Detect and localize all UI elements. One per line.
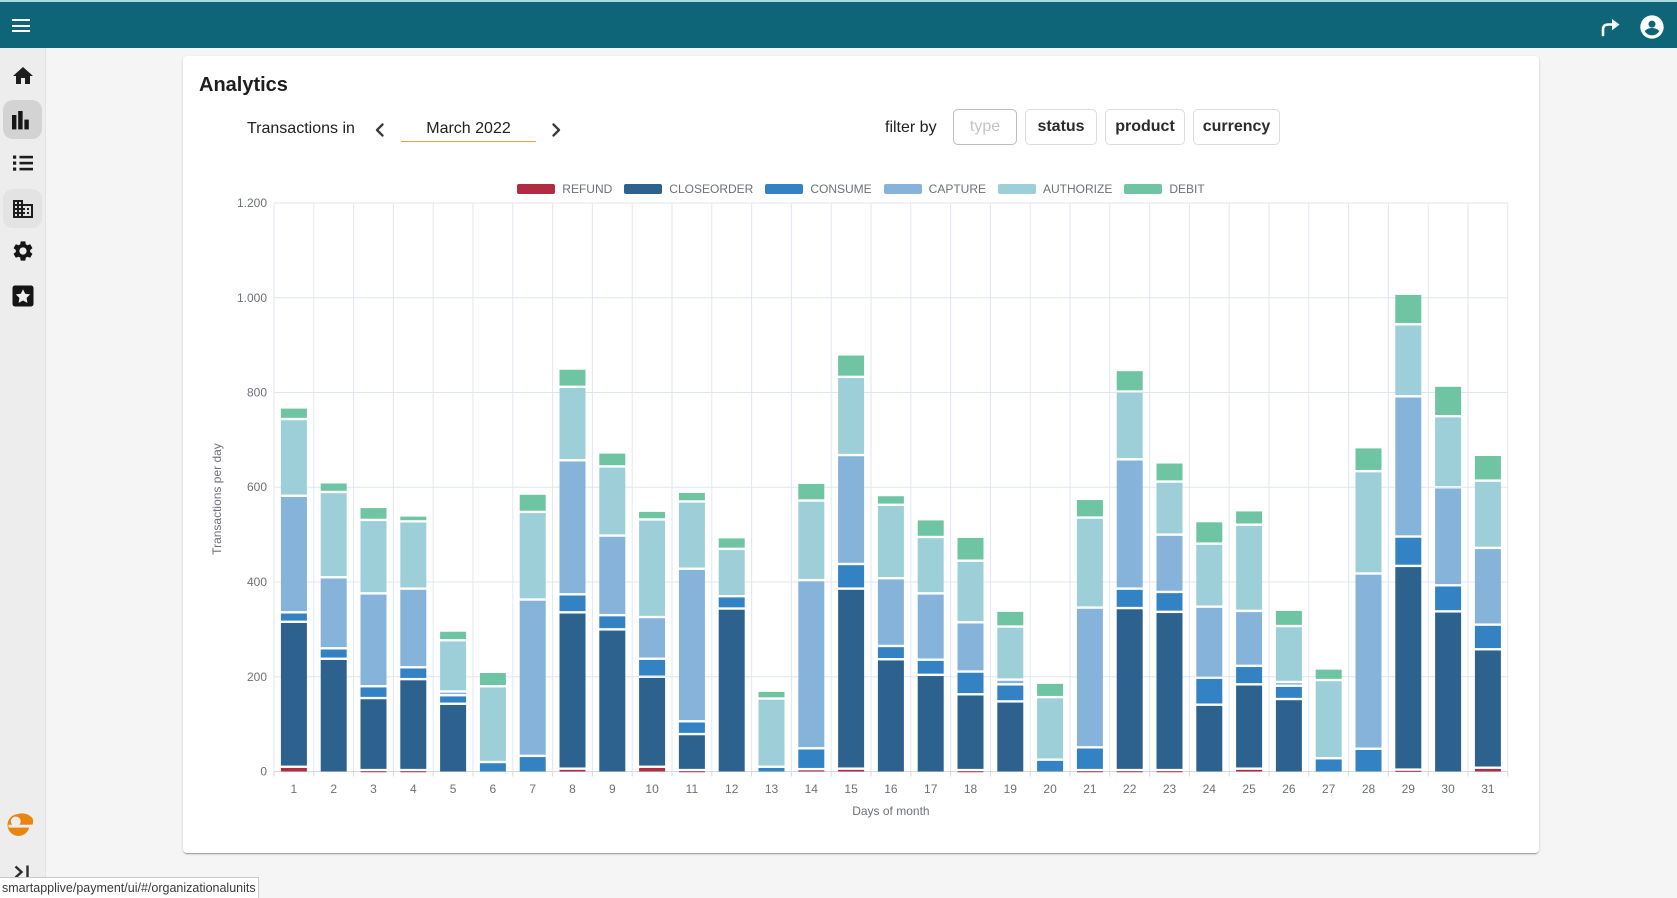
svg-text:18: 18 — [964, 782, 978, 796]
svg-text:28: 28 — [1362, 782, 1376, 796]
svg-text:7: 7 — [529, 782, 536, 796]
svg-text:1.200: 1.200 — [237, 196, 267, 210]
svg-text:27: 27 — [1322, 782, 1336, 796]
svg-text:16: 16 — [884, 782, 898, 796]
svg-text:29: 29 — [1402, 782, 1416, 796]
svg-text:800: 800 — [247, 386, 267, 400]
svg-text:23: 23 — [1163, 782, 1177, 796]
svg-text:24: 24 — [1203, 782, 1217, 796]
svg-text:5: 5 — [450, 782, 457, 796]
svg-text:0: 0 — [260, 765, 267, 779]
svg-text:6: 6 — [490, 782, 497, 796]
svg-text:1: 1 — [291, 782, 298, 796]
svg-text:17: 17 — [924, 782, 938, 796]
svg-text:19: 19 — [1004, 782, 1018, 796]
svg-text:31: 31 — [1481, 782, 1495, 796]
svg-text:10: 10 — [645, 782, 659, 796]
svg-text:1.000: 1.000 — [237, 291, 267, 305]
svg-text:Days of month: Days of month — [852, 804, 929, 818]
svg-text:11: 11 — [686, 782, 699, 796]
svg-text:Transactions per day: Transactions per day — [210, 443, 224, 555]
svg-text:2: 2 — [330, 782, 337, 796]
svg-text:12: 12 — [725, 782, 739, 796]
svg-text:200: 200 — [247, 670, 267, 684]
svg-text:30: 30 — [1441, 782, 1455, 796]
svg-text:22: 22 — [1123, 782, 1137, 796]
svg-text:21: 21 — [1083, 782, 1097, 796]
svg-text:400: 400 — [247, 575, 267, 589]
svg-text:13: 13 — [765, 782, 779, 796]
svg-text:14: 14 — [805, 782, 819, 796]
svg-text:15: 15 — [844, 782, 858, 796]
svg-text:20: 20 — [1043, 782, 1057, 796]
svg-text:26: 26 — [1282, 782, 1296, 796]
svg-text:25: 25 — [1242, 782, 1256, 796]
svg-text:9: 9 — [609, 782, 616, 796]
svg-text:3: 3 — [370, 782, 377, 796]
svg-text:600: 600 — [247, 480, 267, 494]
svg-text:4: 4 — [410, 782, 417, 796]
svg-text:8: 8 — [569, 782, 576, 796]
